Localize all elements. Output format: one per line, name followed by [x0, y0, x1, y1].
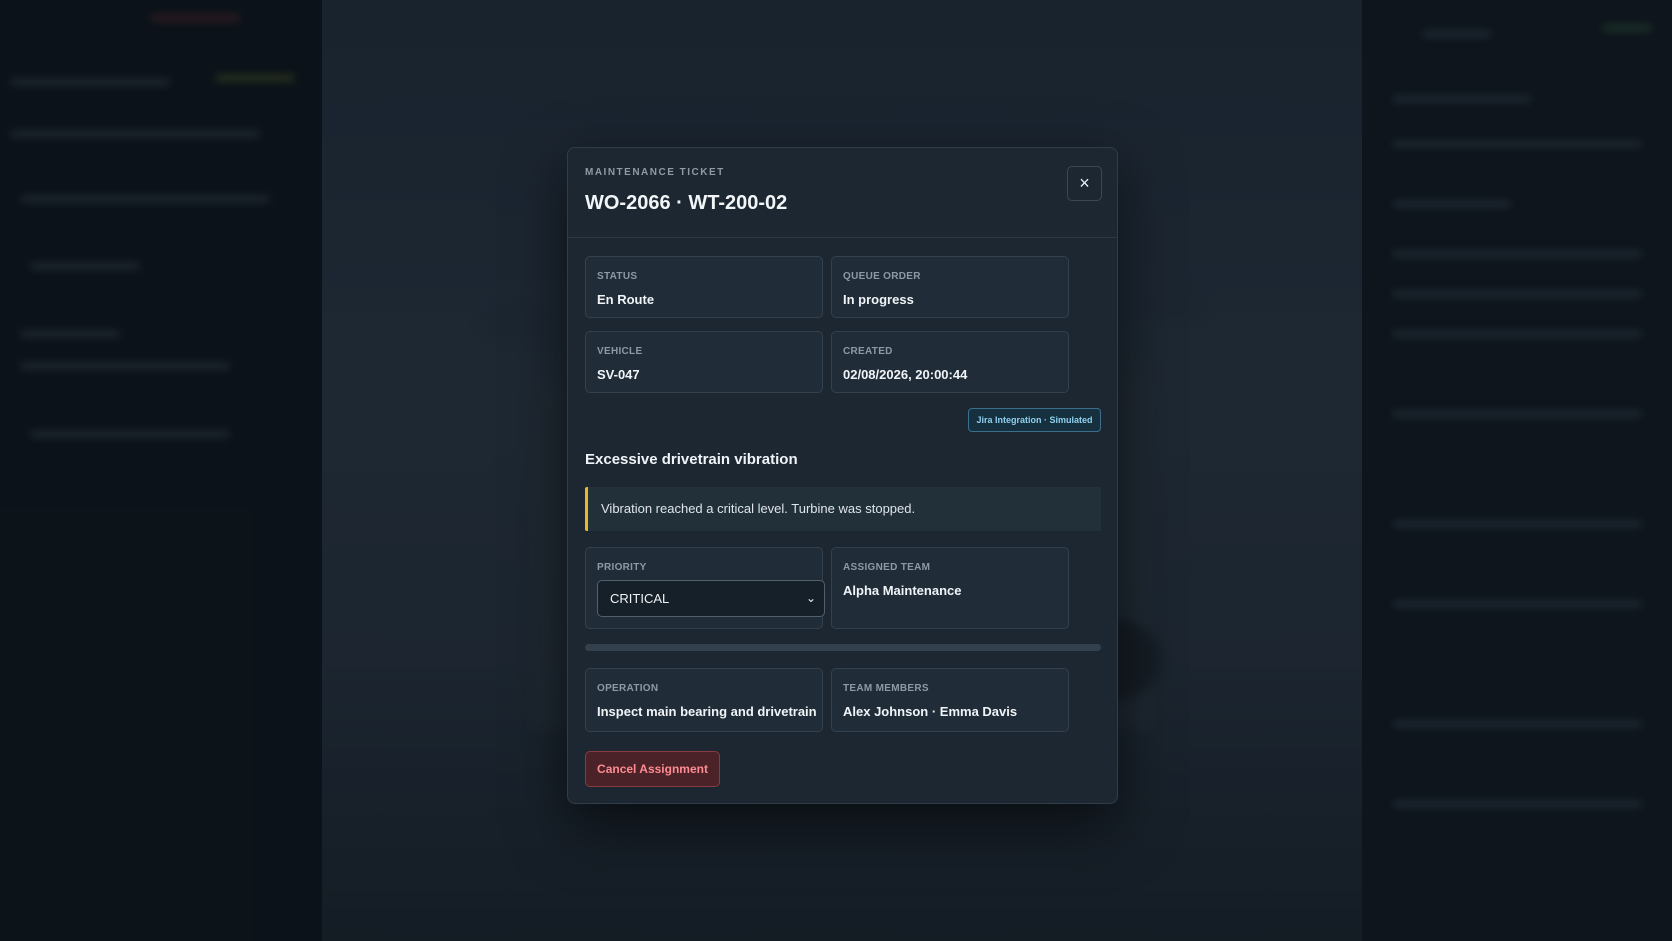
- operation-value: Inspect main bearing and drivetrain: [597, 704, 817, 719]
- operation-label: OPERATION: [597, 683, 659, 694]
- modal-eyebrow: MAINTENANCE TICKET: [585, 167, 725, 178]
- progress-bar: [585, 644, 1101, 651]
- assigned-team-label: ASSIGNED TEAM: [843, 562, 931, 573]
- status-label: STATUS: [597, 271, 638, 282]
- created-value: 02/08/2026, 20:00:44: [843, 367, 968, 382]
- close-button[interactable]: ×: [1067, 166, 1102, 201]
- created-card: CREATED 02/08/2026, 20:00:44: [831, 331, 1069, 393]
- queue-order-card: QUEUE ORDER In progress: [831, 256, 1069, 318]
- vehicle-card: VEHICLE SV-047: [585, 331, 823, 393]
- jira-integration-badge: Jira Integration · Simulated: [968, 408, 1101, 432]
- modal-header: MAINTENANCE TICKET WO-2066 · WT-200-02 ×: [568, 148, 1117, 238]
- chevron-down-icon: ⌄: [805, 591, 816, 605]
- priority-select[interactable]: CRITICAL ⌄: [597, 580, 825, 617]
- operation-card: OPERATION Inspect main bearing and drive…: [585, 668, 823, 732]
- issue-note: Vibration reached a critical level. Turb…: [585, 487, 1101, 531]
- close-icon: ×: [1079, 173, 1090, 193]
- priority-label: PRIORITY: [597, 562, 647, 573]
- modal-title: WO-2066 · WT-200-02: [585, 192, 788, 214]
- maintenance-ticket-modal: MAINTENANCE TICKET WO-2066 · WT-200-02 ×…: [567, 147, 1118, 804]
- issue-title: Excessive drivetrain vibration: [585, 451, 798, 468]
- vehicle-value: SV-047: [597, 367, 640, 382]
- vehicle-label: VEHICLE: [597, 346, 643, 357]
- assigned-team-value: Alpha Maintenance: [843, 583, 962, 598]
- cancel-assignment-button[interactable]: Cancel Assignment: [585, 751, 720, 787]
- assigned-team-card: ASSIGNED TEAM Alpha Maintenance: [831, 547, 1069, 629]
- queue-order-label: QUEUE ORDER: [843, 271, 921, 282]
- team-members-card: TEAM MEMBERS Alex Johnson · Emma Davis: [831, 668, 1069, 732]
- priority-selected-value: CRITICAL: [610, 591, 670, 606]
- queue-order-value: In progress: [843, 292, 914, 307]
- team-members-value: Alex Johnson · Emma Davis: [843, 704, 1018, 719]
- created-label: CREATED: [843, 346, 893, 357]
- issue-note-text: Vibration reached a critical level. Turb…: [601, 501, 916, 516]
- status-value: En Route: [597, 292, 655, 307]
- team-members-label: TEAM MEMBERS: [843, 683, 929, 694]
- status-card: STATUS En Route: [585, 256, 823, 318]
- priority-card: PRIORITY CRITICAL ⌄: [585, 547, 825, 629]
